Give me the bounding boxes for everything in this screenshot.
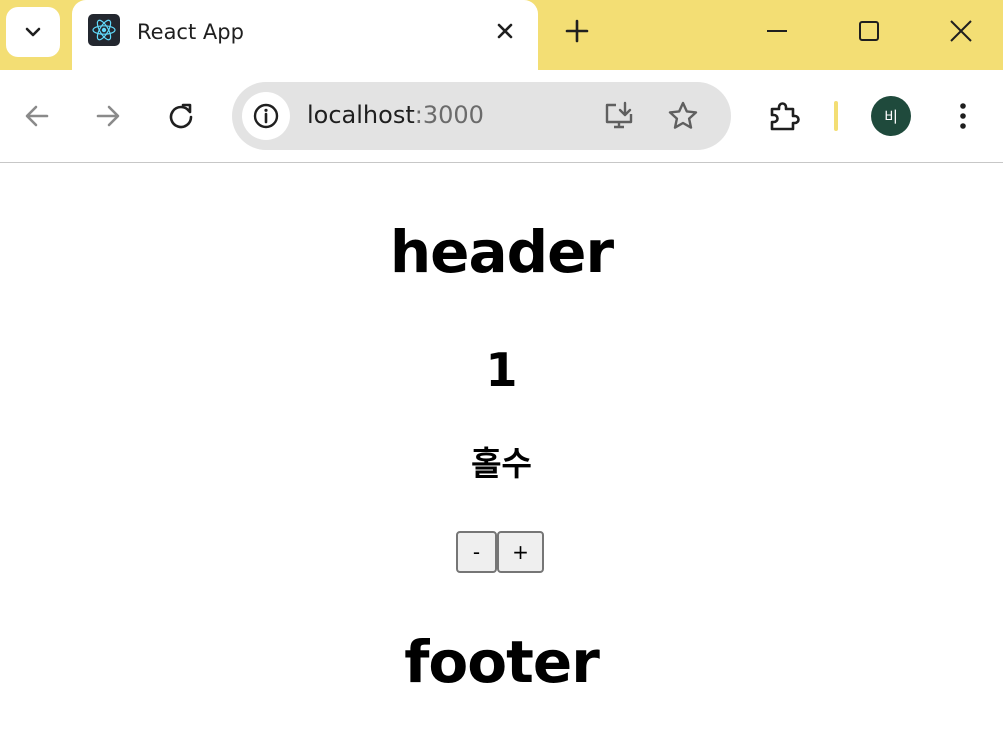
tab-close-button[interactable] <box>490 16 520 46</box>
url-host: localhost <box>307 101 415 129</box>
extensions-button[interactable] <box>766 98 802 134</box>
window-close-button[interactable] <box>944 14 978 48</box>
install-app-button[interactable] <box>602 99 636 133</box>
decrement-button[interactable]: - <box>456 531 497 573</box>
maximize-button[interactable] <box>852 14 886 48</box>
count-value: 1 <box>485 343 518 397</box>
close-icon <box>497 23 513 39</box>
plus-icon <box>565 19 589 43</box>
star-icon <box>668 101 698 129</box>
new-tab-button[interactable] <box>560 14 594 48</box>
more-vertical-icon <box>960 103 966 129</box>
toolbar-separator <box>834 101 838 131</box>
profile-avatar[interactable]: 비 <box>871 96 911 136</box>
page-content: header 1 홀수 - + footer <box>0 163 1003 734</box>
parity-label: 홀수 <box>471 444 532 483</box>
counter-buttons: - + <box>456 531 544 573</box>
reload-icon <box>169 103 193 129</box>
info-icon <box>253 103 279 129</box>
site-info-button[interactable] <box>242 92 290 140</box>
footer-heading: footer <box>404 628 600 696</box>
url-text[interactable]: localhost:3000 <box>307 101 484 129</box>
tab-title: React App <box>137 20 244 44</box>
tab-search-button[interactable] <box>6 7 60 57</box>
install-app-icon <box>605 101 633 129</box>
active-tab[interactable]: React App <box>72 0 538 70</box>
maximize-icon <box>859 21 879 41</box>
tab-strip: React App <box>0 0 1003 70</box>
minimize-icon <box>767 30 787 32</box>
forward-button[interactable] <box>90 98 126 134</box>
increment-button[interactable]: + <box>497 531 544 573</box>
address-bar[interactable]: localhost:3000 <box>232 82 731 150</box>
chevron-down-icon <box>25 27 41 37</box>
arrow-left-icon <box>25 105 49 127</box>
bookmark-button[interactable] <box>666 99 700 133</box>
minimize-button[interactable] <box>760 14 794 48</box>
react-logo-icon <box>88 14 120 46</box>
header-heading: header <box>389 218 614 286</box>
close-icon <box>950 20 972 42</box>
menu-button[interactable] <box>945 98 981 134</box>
browser-toolbar: localhost:3000 비 <box>0 70 1003 163</box>
reload-button[interactable] <box>163 98 199 134</box>
back-button[interactable] <box>19 98 55 134</box>
puzzle-piece-icon <box>770 102 800 131</box>
url-port: :3000 <box>414 101 484 129</box>
arrow-right-icon <box>96 105 120 127</box>
